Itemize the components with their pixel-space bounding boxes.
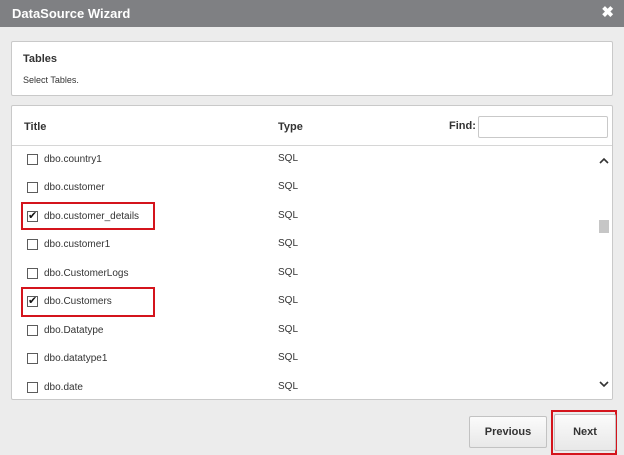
row-title: dbo.datatype1 <box>44 353 108 364</box>
row-type: SQL <box>278 238 299 249</box>
row-title: dbo.country1 <box>44 154 102 165</box>
table-row[interactable]: dbo.CustomerLogs SQL <box>12 261 596 289</box>
row-type: SQL <box>278 295 299 306</box>
row-type: SQL <box>278 210 299 221</box>
row-checkbox[interactable] <box>27 154 38 165</box>
row-type: SQL <box>278 181 299 192</box>
find-label: Find: <box>449 120 476 132</box>
step-subtitle: Select Tables. <box>23 75 79 85</box>
table-row[interactable]: dbo.customer SQL <box>12 175 596 203</box>
row-checkbox[interactable] <box>27 353 38 364</box>
row-checkbox[interactable] <box>27 268 38 279</box>
step-header-panel: Tables Select Tables. <box>11 41 613 96</box>
row-title: dbo.customer <box>44 182 105 193</box>
row-type: SQL <box>278 352 299 363</box>
scrollbar-thumb[interactable] <box>599 220 609 233</box>
chevron-down-icon[interactable] <box>598 378 610 390</box>
table-row[interactable]: dbo.Datatype SQL <box>12 318 596 346</box>
table-row[interactable]: dbo.customer1 SQL <box>12 232 596 260</box>
column-header-type: Type <box>278 121 303 133</box>
row-checkbox[interactable] <box>27 239 38 250</box>
row-checkbox[interactable] <box>27 182 38 193</box>
row-checkbox[interactable] <box>27 382 38 393</box>
row-type: SQL <box>278 324 299 335</box>
highlight-box-customer-details <box>21 202 155 230</box>
row-checkbox[interactable] <box>27 325 38 336</box>
highlight-box-customers <box>21 287 155 317</box>
row-title: dbo.Datatype <box>44 325 104 336</box>
row-title: dbo.customer1 <box>44 239 111 250</box>
table-row[interactable]: dbo.country1 SQL <box>12 147 596 175</box>
list-scrollbar[interactable] <box>596 147 612 399</box>
tables-list: dbo.country1 SQL dbo.customer SQL dbo.cu… <box>12 147 596 399</box>
column-header-title: Title <box>24 121 47 133</box>
close-icon[interactable]: ✖ <box>601 4 614 22</box>
step-heading: Tables <box>23 53 58 65</box>
table-row[interactable]: dbo.date SQL <box>12 375 596 399</box>
table-header: Title Type Find: <box>12 106 612 146</box>
next-button[interactable]: Next <box>554 414 616 451</box>
row-type: SQL <box>278 381 299 392</box>
chevron-up-icon[interactable] <box>598 155 610 167</box>
table-row[interactable]: dbo.datatype1 SQL <box>12 346 596 374</box>
row-title: dbo.date <box>44 382 83 393</box>
previous-button[interactable]: Previous <box>469 416 547 448</box>
find-input[interactable] <box>478 116 608 138</box>
row-type: SQL <box>278 267 299 278</box>
row-type: SQL <box>278 153 299 164</box>
tables-list-panel: Title Type Find: dbo.country1 SQL dbo.cu… <box>11 105 613 400</box>
window-title: DataSource Wizard <box>12 6 131 21</box>
row-title: dbo.CustomerLogs <box>44 268 129 279</box>
window-titlebar: DataSource Wizard ✖ <box>0 0 624 27</box>
